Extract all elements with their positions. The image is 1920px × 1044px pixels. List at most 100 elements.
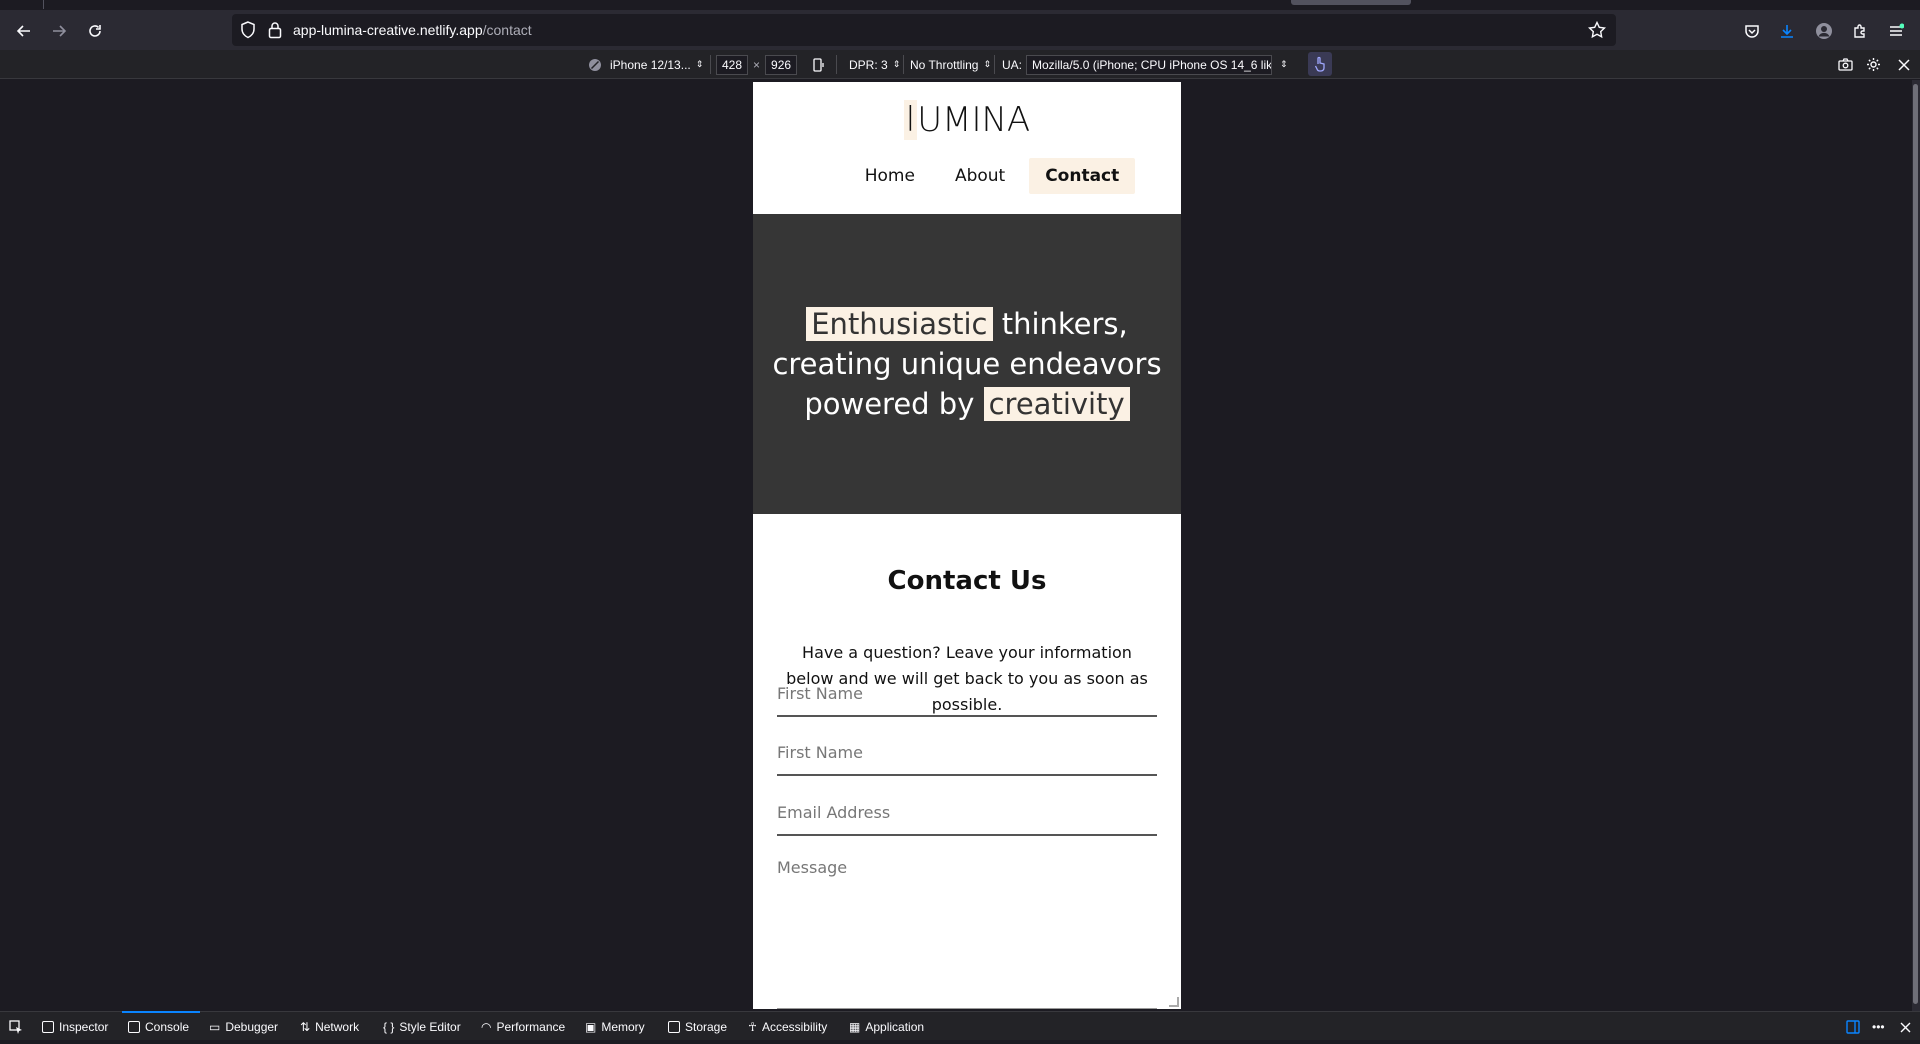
tab-network[interactable]: ⇅ Network — [300, 1019, 359, 1035]
debugger-icon: ▭ — [209, 1020, 221, 1034]
device-name: iPhone 12/13... — [610, 57, 691, 72]
ua-input[interactable]: Mozilla/5.0 (iPhone; CPU iPhone OS 14_6 … — [1026, 54, 1273, 75]
dropdown-arrows-icon: ⇕ — [695, 59, 704, 69]
tab-label: Inspector — [59, 1020, 109, 1034]
first-name-input[interactable] — [777, 671, 1157, 717]
tab-inspector[interactable]: Inspector — [42, 1019, 108, 1035]
back-arrow-icon — [16, 25, 30, 37]
rdm-settings-button[interactable] — [1866, 55, 1881, 74]
lock-icon[interactable] — [268, 21, 282, 44]
account-avatar-icon — [1816, 23, 1832, 39]
dropdown-arrows-icon: ⇕ — [1280, 59, 1288, 69]
viewport-width-input[interactable]: 428 — [716, 54, 749, 75]
pocket-button[interactable] — [1736, 18, 1768, 44]
hero-text-part: powered by — [804, 387, 984, 421]
url-text[interactable]: app-lumina-creative.netlify.app/contact — [293, 22, 532, 38]
contact-section: Contact Us Have a question? Leave your i… — [753, 514, 1181, 1009]
tab-application[interactable]: ▦ Application — [849, 1019, 924, 1035]
throttling-selector[interactable]: No Throttling ⇕ — [910, 55, 991, 74]
nav-link-about[interactable]: About — [939, 158, 1021, 194]
url-path: /contact — [482, 22, 532, 38]
scrollbar-thumb[interactable] — [1913, 84, 1918, 1004]
page-scrollbar[interactable] — [1912, 80, 1920, 1011]
extensions-button[interactable] — [1844, 18, 1876, 44]
more-dots-icon: ••• — [1872, 1020, 1885, 1034]
memory-chip-icon: ▣ — [585, 1020, 597, 1034]
tab-style-editor[interactable]: { } Style Editor — [383, 1019, 461, 1035]
account-button[interactable] — [1808, 18, 1840, 44]
gear-icon — [1867, 58, 1880, 71]
toolbar-separator — [903, 55, 904, 74]
viewport-height-input[interactable]: 926 — [765, 54, 798, 75]
network-icon: ⇅ — [300, 1020, 311, 1034]
url-bar[interactable]: app-lumina-creative.netlify.app/contact — [232, 14, 1616, 46]
tab-label: Storage — [685, 1020, 728, 1034]
touch-simulation-button[interactable] — [1308, 52, 1332, 76]
hero-highlight-word: Enthusiastic — [806, 307, 993, 341]
tab-separator — [43, 0, 44, 9]
accessibility-person-icon: ☥ — [748, 1020, 757, 1034]
toolbar-separator — [836, 55, 837, 74]
tab-performance[interactable]: ◠ Performance — [481, 1019, 565, 1035]
viewport-size-inputs: 428 × 926 — [716, 54, 798, 75]
dropdown-arrows-icon: ⇕ — [892, 59, 901, 69]
navigation-toolbar: app-lumina-creative.netlify.app/contact — [0, 10, 1920, 50]
dock-side-button[interactable] — [1846, 1019, 1860, 1035]
tab-strip — [0, 0, 1920, 10]
active-tab-underline — [122, 1011, 200, 1013]
tab-storage[interactable]: Storage — [668, 1019, 727, 1035]
hamburger-menu-icon — [1890, 23, 1904, 36]
app-menu-button[interactable] — [1880, 18, 1912, 44]
email-input[interactable] — [777, 790, 1157, 836]
forward-button[interactable] — [43, 18, 75, 44]
rotate-device-icon — [813, 57, 824, 72]
nav-link-home[interactable]: Home — [849, 158, 931, 194]
tab-label: Debugger — [225, 1020, 279, 1034]
last-name-input[interactable] — [777, 730, 1157, 776]
bookmark-star-icon[interactable] — [1587, 20, 1607, 44]
touch-hand-icon — [1314, 56, 1325, 72]
nav-link-contact[interactable]: Contact — [1029, 158, 1136, 194]
close-devtools-button[interactable] — [1900, 1019, 1911, 1035]
devtools-more-options-button[interactable]: ••• — [1872, 1019, 1885, 1035]
reload-icon — [89, 25, 101, 37]
tab-label: Application — [865, 1020, 925, 1034]
toolbar-separator — [994, 55, 995, 74]
hero-banner: Enthusiastic thinkers, creating unique e… — [753, 214, 1181, 514]
element-picker-button[interactable] — [9, 1019, 23, 1035]
tab-accessibility[interactable]: ☥ Accessibility — [748, 1019, 827, 1035]
hero-text-part: thinkers, — [992, 307, 1128, 341]
hero-highlight-word: creativity — [983, 387, 1130, 421]
ua-label: UA: — [1002, 57, 1023, 72]
back-button[interactable] — [8, 18, 40, 44]
tab-memory[interactable]: ▣ Memory — [585, 1019, 645, 1035]
no-entry-icon — [589, 58, 601, 71]
close-icon — [1900, 1022, 1911, 1032]
dpr-selector[interactable]: DPR: 3 ⇕ — [849, 55, 900, 74]
tab-label: Performance — [496, 1020, 566, 1034]
active-tab-indicator[interactable] — [1291, 0, 1411, 5]
device-selector[interactable]: iPhone 12/13... ⇕ — [588, 55, 703, 74]
camera-icon — [1838, 58, 1853, 71]
user-agent-field[interactable]: UA: Mozilla/5.0 (iPhone; CPU iPhone OS 1… — [1002, 54, 1288, 75]
dock-layout-icon — [1846, 1020, 1860, 1034]
message-textarea[interactable] — [777, 848, 1157, 1009]
textarea-resize-handle[interactable] — [1169, 997, 1179, 1007]
download-icon — [1781, 25, 1793, 38]
screenshot-button[interactable] — [1838, 55, 1853, 74]
reload-button[interactable] — [79, 18, 111, 44]
dropdown-arrows-icon: ⇕ — [983, 59, 992, 69]
braces-icon: { } — [383, 1020, 395, 1034]
url-host: app-lumina-creative.netlify.app — [293, 22, 483, 38]
size-times-label: × — [753, 57, 761, 72]
inspector-icon — [42, 1021, 54, 1033]
close-rdm-button[interactable] — [1898, 55, 1910, 74]
site-logo[interactable]: lUMINA — [753, 100, 1181, 140]
tab-console[interactable]: Console — [128, 1019, 189, 1035]
downloads-button[interactable] — [1771, 18, 1803, 44]
hero-tagline: Enthusiastic thinkers, creating unique e… — [753, 304, 1181, 424]
tracking-protection-shield-icon[interactable] — [240, 21, 256, 44]
tab-debugger[interactable]: ▭ Debugger — [209, 1019, 278, 1035]
dpr-value: DPR: 3 — [849, 57, 888, 72]
rotate-viewport-button[interactable] — [812, 55, 826, 74]
